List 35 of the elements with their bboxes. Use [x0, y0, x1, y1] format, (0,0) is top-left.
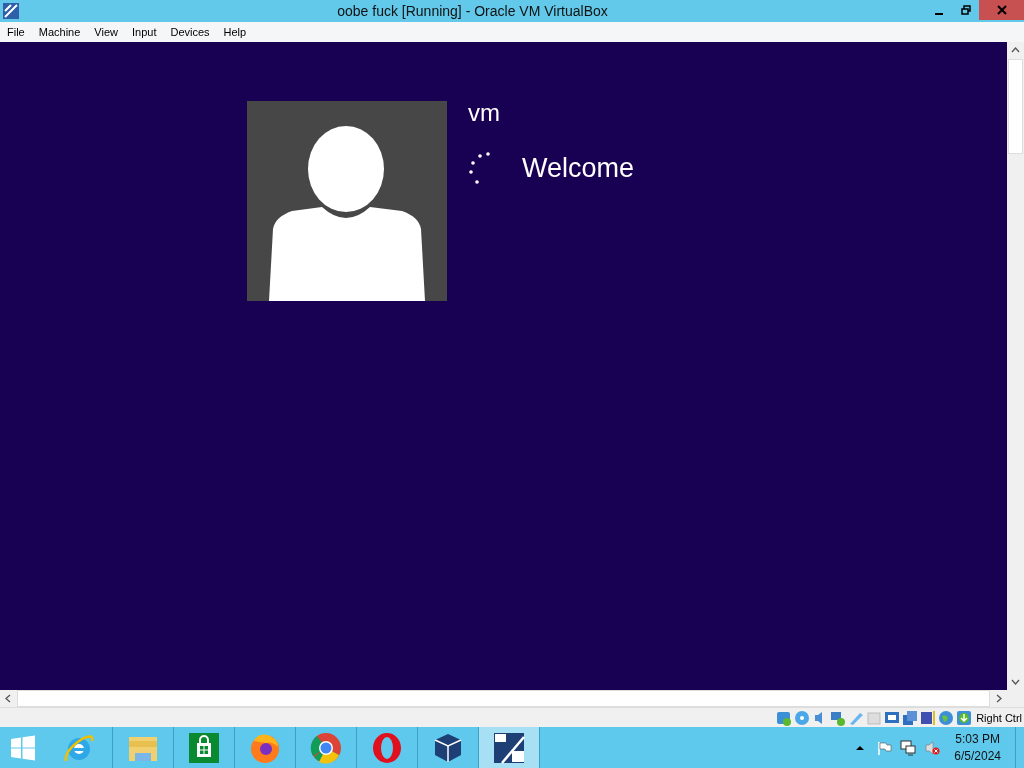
chrome-icon: [309, 730, 343, 765]
menu-item[interactable]: Machine: [31, 26, 88, 38]
network-icon[interactable]: [900, 739, 917, 756]
menu-item[interactable]: Input: [124, 26, 164, 38]
clock-time[interactable]: 5:03 PM: [955, 730, 1000, 748]
window-title: oobe fuck [Running] - Oracle VM VirtualBox: [336, 3, 609, 19]
user-name: vm: [468, 99, 501, 127]
close-icon: [996, 5, 1007, 15]
loading-spinner: [468, 151, 492, 185]
vm-window-icon: [492, 730, 526, 765]
close-button[interactable]: [979, 0, 1024, 20]
menu-item[interactable]: Devices: [163, 26, 217, 38]
flag-icon[interactable]: [876, 739, 893, 756]
store-bag-icon: [187, 730, 221, 765]
display-icon[interactable]: [884, 709, 901, 726]
globe-icon[interactable]: [938, 709, 955, 726]
recording-icon[interactable]: [902, 709, 919, 726]
taskbar-button[interactable]: [479, 727, 540, 768]
download-arrow-icon[interactable]: [956, 709, 973, 726]
speaker-muted-icon[interactable]: [924, 739, 941, 756]
opera-icon: [370, 730, 404, 765]
menu-item[interactable]: File: [0, 26, 32, 38]
menu-item[interactable]: Help: [216, 26, 254, 38]
minimize-icon: [934, 12, 943, 15]
cpu-icon[interactable]: [920, 709, 937, 726]
welcome-text: Welcome: [522, 152, 635, 184]
network-icon[interactable]: [830, 709, 847, 726]
optical-disc-icon[interactable]: [794, 709, 811, 726]
windows-logo-icon: [10, 734, 36, 761]
menu-item[interactable]: View: [87, 26, 125, 38]
restore-icon: [960, 5, 971, 15]
clock-date[interactable]: 6/5/2024: [954, 747, 1001, 765]
virtualbox-app-icon: [2, 2, 20, 20]
host-key-label: Right Ctrl: [976, 711, 1022, 724]
scrollbar-thumb[interactable]: [1008, 59, 1023, 154]
